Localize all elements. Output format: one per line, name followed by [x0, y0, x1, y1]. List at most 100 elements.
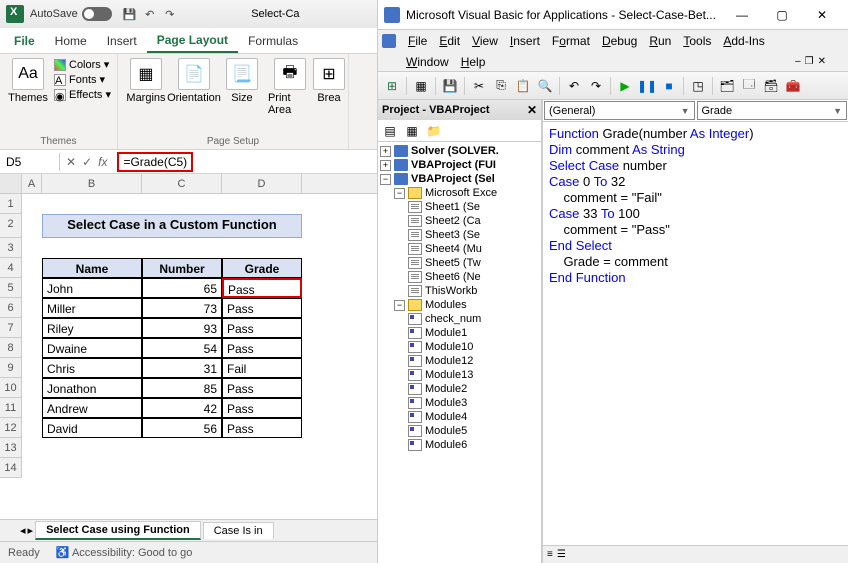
fonts-button[interactable]: AFonts ▾	[54, 73, 111, 86]
tree-module[interactable]: Module4	[425, 411, 467, 423]
tree-toggle-icon[interactable]: −	[394, 188, 405, 199]
cell[interactable]: Pass	[222, 318, 302, 338]
cancel-formula-icon[interactable]: ✕	[66, 155, 76, 169]
print-area-button[interactable]: 🖶Print Area	[268, 58, 312, 116]
tree-sheet[interactable]: Sheet2 (Ca	[425, 215, 481, 227]
menu-tools[interactable]: Tools	[677, 34, 717, 48]
row-header[interactable]: 13	[0, 438, 21, 458]
cell[interactable]: 54	[142, 338, 222, 358]
cell[interactable]: Jonathon	[42, 378, 142, 398]
tree-thisworkbook[interactable]: ThisWorkb	[425, 285, 477, 297]
row-header[interactable]: 7	[0, 318, 21, 338]
row-header[interactable]: 10	[0, 378, 21, 398]
cell[interactable]: Riley	[42, 318, 142, 338]
tab-insert[interactable]: Insert	[97, 30, 147, 52]
save-icon[interactable]: 💾	[440, 76, 460, 96]
col-header-d[interactable]: D	[222, 174, 302, 193]
close-button[interactable]: ✕	[802, 1, 842, 29]
cell[interactable]: Pass	[222, 378, 302, 398]
row-header[interactable]: 2	[0, 214, 21, 238]
row-header[interactable]: 11	[0, 398, 21, 418]
full-module-view-icon[interactable]: ☰	[557, 549, 566, 560]
undo-icon[interactable]: ↶	[142, 6, 158, 22]
row-header[interactable]: 5	[0, 278, 21, 298]
col-header-c[interactable]: C	[142, 174, 222, 193]
tab-page-layout[interactable]: Page Layout	[147, 29, 238, 53]
tree-solver[interactable]: Solver (SOLVER.	[411, 145, 499, 157]
menu-addins[interactable]: Add-Ins	[717, 34, 770, 48]
col-header-a[interactable]: A	[22, 174, 42, 193]
cell[interactable]: 65	[142, 278, 222, 298]
tree-sheet[interactable]: Sheet4 (Mu	[425, 243, 482, 255]
view-excel-icon[interactable]: ⊞	[382, 76, 402, 96]
tree-sheet[interactable]: Sheet6 (Ne	[425, 271, 481, 283]
save-icon[interactable]: 💾	[122, 6, 138, 22]
themes-button[interactable]: Aa Themes	[6, 58, 50, 104]
th-grade[interactable]: Grade	[222, 258, 302, 278]
menu-format[interactable]: Format	[546, 34, 596, 48]
tree-modules-folder[interactable]: Modules	[425, 299, 467, 311]
tree-module[interactable]: Module6	[425, 439, 467, 451]
sheet-nav-left-icon[interactable]: ◂	[20, 524, 26, 537]
cell[interactable]: Pass	[222, 298, 302, 318]
effects-button[interactable]: ◉Effects ▾	[54, 88, 111, 101]
accept-formula-icon[interactable]: ✓	[82, 155, 92, 169]
project-close-icon[interactable]: ✕	[527, 103, 537, 117]
colors-button[interactable]: Colors ▾	[54, 58, 111, 71]
formula-input[interactable]: =Grade(C5)	[113, 153, 377, 171]
tree-toggle-icon[interactable]: +	[380, 146, 391, 157]
tree-module[interactable]: Module13	[425, 369, 473, 381]
sheet-tab[interactable]: Case Is in	[203, 522, 274, 539]
select-all-corner[interactable]	[0, 174, 22, 193]
tree-sheet[interactable]: Sheet3 (Se	[425, 229, 480, 241]
design-mode-icon[interactable]: ◳	[688, 76, 708, 96]
cell[interactable]: Miller	[42, 298, 142, 318]
mdi-minimize-icon[interactable]: –	[795, 56, 801, 67]
find-icon[interactable]: 🔍	[535, 76, 555, 96]
insert-module-icon[interactable]: ▦	[411, 76, 431, 96]
tree-sheet[interactable]: Sheet1 (Se	[425, 201, 480, 213]
cell[interactable]: 93	[142, 318, 222, 338]
properties-icon[interactable]: 🗔	[739, 76, 759, 96]
tree-msexcel[interactable]: Microsoft Exce	[425, 187, 497, 199]
tree-module[interactable]: Module3	[425, 397, 467, 409]
orientation-button[interactable]: 📄Orientation	[172, 58, 216, 104]
row-header[interactable]: 4	[0, 258, 21, 278]
cell[interactable]: Andrew	[42, 398, 142, 418]
copy-icon[interactable]: ⎘	[491, 76, 511, 96]
tree-vbaproj1[interactable]: VBAProject (FUI	[411, 159, 496, 171]
tree-module[interactable]: check_num	[425, 313, 481, 325]
view-object-icon[interactable]: ▦	[402, 121, 422, 141]
project-explorer-icon[interactable]: 🗂	[717, 76, 737, 96]
tab-file[interactable]: File	[4, 30, 45, 52]
cell[interactable]: Fail	[222, 358, 302, 378]
cells[interactable]: Select Case in a Custom Function NameNum…	[22, 194, 377, 478]
menu-edit[interactable]: Edit	[433, 34, 466, 48]
menu-window[interactable]: Window	[400, 55, 455, 69]
menu-run[interactable]: Run	[643, 34, 677, 48]
row-header[interactable]: 3	[0, 238, 21, 258]
code-editor[interactable]: Function Grade(number As Integer) Dim co…	[543, 122, 848, 545]
th-name[interactable]: Name	[42, 258, 142, 278]
cut-icon[interactable]: ✂	[469, 76, 489, 96]
tree-module[interactable]: Module5	[425, 425, 467, 437]
menu-file[interactable]: File	[402, 34, 433, 48]
view-code-icon[interactable]: ▤	[380, 121, 400, 141]
procedure-dropdown[interactable]: Grade▼	[697, 101, 848, 120]
object-dropdown[interactable]: (General)▼	[544, 101, 695, 120]
project-tree[interactable]: +Solver (SOLVER. +VBAProject (FUI −VBAPr…	[378, 142, 541, 563]
cell[interactable]: Pass	[222, 338, 302, 358]
menu-debug[interactable]: Debug	[596, 34, 643, 48]
cell[interactable]: John	[42, 278, 142, 298]
tab-home[interactable]: Home	[45, 30, 97, 52]
th-number[interactable]: Number	[142, 258, 222, 278]
tree-module[interactable]: Module2	[425, 383, 467, 395]
cell[interactable]: Dwaine	[42, 338, 142, 358]
break-icon[interactable]: ❚❚	[637, 76, 657, 96]
name-box[interactable]: D5	[0, 153, 60, 171]
undo-icon[interactable]: ↶	[564, 76, 584, 96]
toggle-folders-icon[interactable]: 📁	[424, 121, 444, 141]
row-header[interactable]: 12	[0, 418, 21, 438]
breaks-button[interactable]: ⊞Brea	[316, 58, 342, 104]
redo-icon[interactable]: ↷	[162, 6, 178, 22]
